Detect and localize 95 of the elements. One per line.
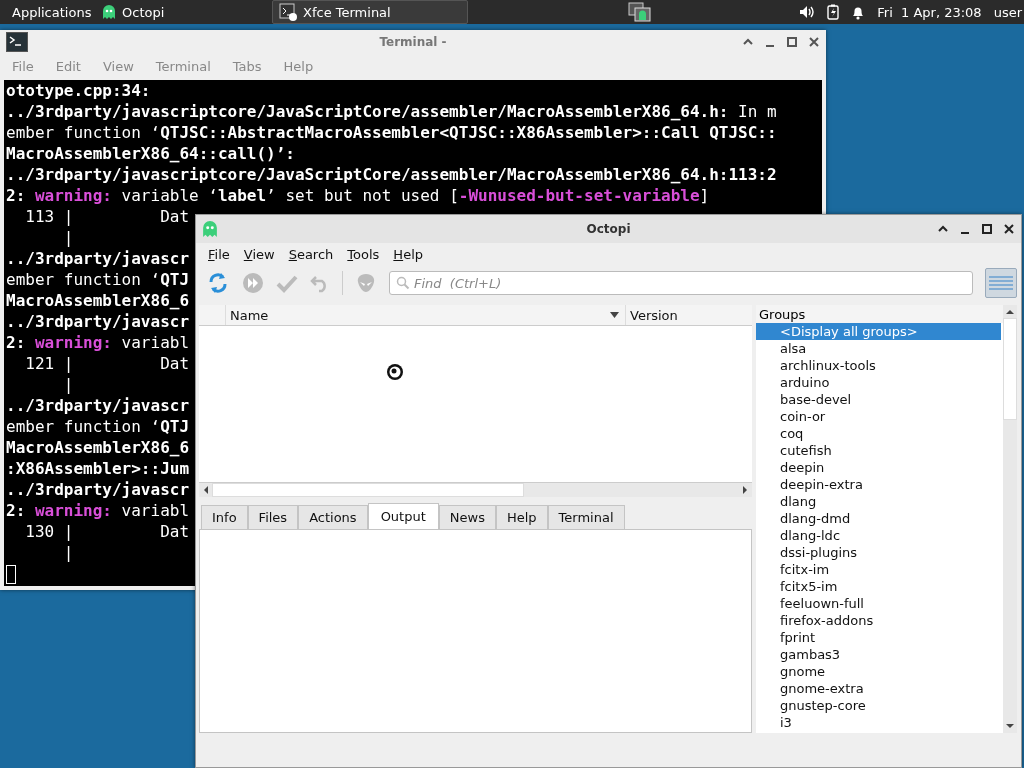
clock[interactable]: Fri 1 Apr, 23:08 (877, 4, 982, 20)
scroll-right-icon[interactable] (741, 485, 749, 495)
group-item[interactable]: coin-or (756, 408, 1003, 425)
window-title: Terminal - (379, 35, 447, 49)
user-name[interactable]: user (993, 4, 1022, 20)
terminal-line: ../3rdparty/javascr (6, 479, 190, 500)
terminal-line: MacroAssemblerX86_6 (6, 437, 190, 458)
terminal-icon (279, 3, 297, 21)
taskbar-task[interactable]: Xfce Terminal (272, 0, 468, 24)
group-item[interactable]: dlang (756, 493, 1003, 510)
taskbar-task[interactable]: Octopi (96, 0, 266, 24)
group-item[interactable]: fprint (756, 629, 1003, 646)
column-header[interactable]: Version (626, 305, 752, 325)
group-item[interactable]: archlinux-tools (756, 357, 1003, 374)
search-icon (396, 276, 410, 290)
group-item[interactable]: dssi-plugins (756, 544, 1003, 561)
search-field[interactable]: Find (Ctrl+L) (389, 271, 973, 295)
terminal-line: ototype.cpp:34: (6, 80, 151, 101)
tab[interactable]: Files (247, 505, 299, 529)
terminal-line: ember function ‘QTJSC::AbstractMacroAssembler<QTJSC::X86Assembler>::Call QTJSC:: (6, 122, 777, 143)
close-icon[interactable] (1003, 223, 1015, 235)
terminal-line: ../3rdparty/javascr (6, 248, 190, 269)
terminal-line: | (62, 374, 74, 395)
group-item[interactable]: coq (756, 425, 1003, 442)
group-item[interactable]: dlang-dmd (756, 510, 1003, 527)
close-icon[interactable] (808, 36, 820, 48)
terminal-line: ../3rdparty/javascriptcore/JavaScriptCore/assembler/MacroAssemblerX86_64.h:113:2 (6, 164, 777, 185)
group-item[interactable]: <Display all groups> (756, 323, 1001, 340)
maximize-icon[interactable] (981, 223, 993, 235)
terminal-line: MacroAssemblerX86_6 (6, 290, 190, 311)
group-item[interactable]: deepin-extra (756, 476, 1003, 493)
terminal-line: | (62, 542, 74, 563)
tab[interactable]: News (438, 505, 496, 529)
group-item[interactable]: gambas3 (756, 646, 1003, 663)
group-item[interactable]: gnustep-core (756, 697, 1003, 714)
terminal-icon (6, 32, 28, 52)
group-item[interactable]: feeluown-full (756, 595, 1003, 612)
tab[interactable]: Actions (298, 505, 368, 529)
group-item[interactable]: arduino (756, 374, 1003, 391)
ghost-icon (102, 4, 116, 20)
scroll-left-icon[interactable] (202, 485, 210, 495)
applications-menu[interactable]: Applications (0, 0, 96, 24)
terminal-line: ember function ‘QTJ (6, 269, 190, 290)
menu-item[interactable]: View (243, 246, 275, 262)
terminal-line: 121 | Dat (24, 353, 190, 374)
menu-item[interactable]: Search (288, 246, 334, 262)
group-item[interactable]: fcitx5-im (756, 578, 1003, 595)
scroll-up-icon[interactable] (1005, 308, 1015, 316)
terminal-line: 113 | Dat (24, 206, 190, 227)
group-item[interactable]: deepin (756, 459, 1003, 476)
group-item[interactable]: gnome-extra (756, 680, 1003, 697)
group-item[interactable]: i3 (756, 714, 1003, 731)
group-item[interactable]: base-devel (756, 391, 1003, 408)
window-title: Octopi (586, 222, 631, 236)
menu-item[interactable]: File (208, 246, 230, 262)
terminal-line: 2: warning: variable ‘label’ set but not used [-Wunused-but-set-variable] (6, 185, 710, 206)
scroll-down-icon[interactable] (1005, 722, 1015, 730)
terminal-line: ../3rdparty/javascr (6, 395, 190, 416)
tab[interactable]: Help (495, 505, 548, 529)
terminal-line: ../3rdparty/javascr (6, 311, 190, 332)
terminal-line: | (62, 227, 74, 248)
view-toggle-button[interactable] (985, 268, 1017, 298)
scrollbar-thumb[interactable] (212, 483, 524, 497)
column-header[interactable]: Groups (759, 306, 806, 322)
scrollbar-thumb[interactable] (1003, 318, 1017, 420)
group-item[interactable]: alsa (756, 340, 1003, 357)
window-thumbnail-icon (628, 2, 652, 22)
group-item[interactable]: fcitx-im (756, 561, 1003, 578)
busy-cursor-icon (385, 362, 405, 382)
group-item[interactable]: gnome (756, 663, 1003, 680)
maximize-icon[interactable] (786, 36, 798, 48)
lines-icon (988, 275, 1014, 291)
ghost-icon (202, 219, 218, 239)
group-item[interactable]: firefox-addons (756, 612, 1003, 629)
terminal-line: 2: warning: variabl (6, 500, 190, 521)
terminal-line: ../3rdparty/javascriptcore/JavaScriptCore/assembler/MacroAssemblerX86_64.h: In m (6, 101, 777, 122)
sort-caret-icon (610, 312, 619, 318)
terminal-line: :X86Assembler>::Jum (6, 458, 190, 479)
menu-item[interactable]: Tools (347, 246, 380, 262)
battery-icon[interactable] (827, 4, 840, 20)
terminal-line: MacroAssemblerX86_64::call()’: (6, 143, 295, 164)
tab[interactable]: Output (367, 503, 439, 529)
horizontal-scrollbar[interactable] (199, 482, 752, 497)
column-header[interactable]: Name (226, 305, 626, 325)
terminal-line: ember function ‘QTJ (6, 416, 190, 437)
vertical-scrollbar[interactable] (1003, 305, 1017, 733)
group-item[interactable]: cutefish (756, 442, 1003, 459)
tab[interactable]: Info (201, 505, 248, 529)
group-item[interactable]: dlang-ldc (756, 527, 1003, 544)
tab[interactable]: Terminal (547, 505, 625, 529)
menu-item[interactable]: Help (393, 246, 423, 262)
terminal-line: 130 | Dat (24, 521, 190, 542)
terminal-line: 2: warning: variabl (6, 332, 190, 353)
volume-icon[interactable] (799, 5, 816, 19)
text-cursor (6, 565, 16, 584)
